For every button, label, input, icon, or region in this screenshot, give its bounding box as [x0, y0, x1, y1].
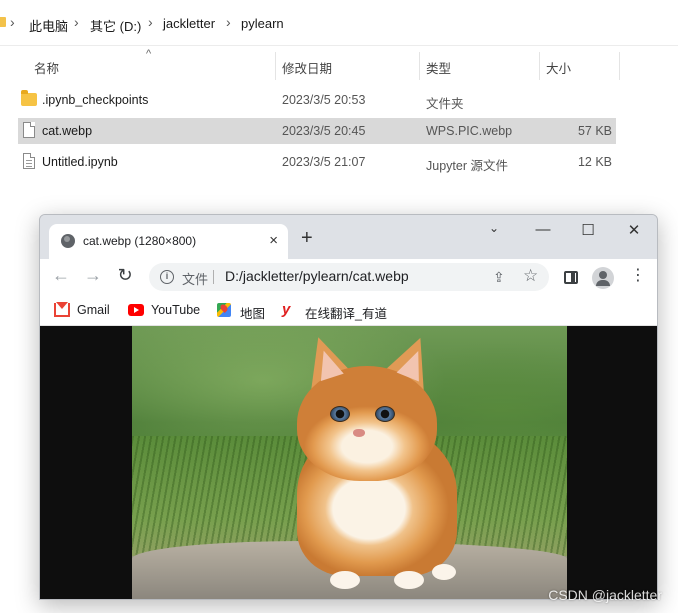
chevron-right-icon: ›	[10, 14, 15, 30]
chevron-right-icon: ›	[74, 14, 79, 30]
forward-button[interactable]: →	[82, 266, 104, 284]
kitten-paw	[432, 564, 456, 580]
file-name: Untitled.ipynb	[42, 155, 118, 169]
file-type: WPS.PIC.webp	[426, 124, 513, 138]
kitten-eye	[330, 406, 350, 422]
file-date: 2023/3/5 20:45	[282, 124, 366, 138]
maximize-button[interactable]: ☐	[573, 221, 603, 239]
close-tab-icon[interactable]: ×	[269, 232, 278, 249]
file-row[interactable]: .ipynb_checkpoints 2023/3/5 20:53 文件夹	[18, 87, 616, 113]
browser-toolbar: ← → ↻ i 文件 D:/jackletter/pylearn/cat.web…	[40, 259, 657, 295]
breadcrumb: › 此电脑 › 其它 (D:) › jackletter › pylearn	[0, 0, 678, 46]
kitten-nose	[353, 429, 365, 437]
gmail-icon	[54, 302, 70, 317]
tab-cat-webp[interactable]: cat.webp (1280×800) ×	[49, 224, 288, 259]
address-divider	[213, 270, 214, 284]
file-name: .ipynb_checkpoints	[42, 93, 149, 107]
folder-icon	[21, 90, 37, 106]
kitten-eye	[375, 406, 395, 422]
info-icon[interactable]: i	[160, 270, 174, 284]
address-scheme-label: 文件	[182, 272, 209, 287]
new-tab-button[interactable]: +	[301, 228, 313, 248]
file-row[interactable]: Untitled.ipynb 2023/3/5 21:07 Jupyter 源文…	[18, 149, 616, 175]
tab-search-icon[interactable]: ⌄	[489, 221, 499, 235]
kitten-paw	[394, 571, 424, 589]
bookmark-label: Gmail	[77, 303, 110, 317]
bookmark-label: 地图	[240, 307, 266, 321]
address-url[interactable]: D:/jackletter/pylearn/cat.webp	[225, 268, 409, 284]
chevron-right-icon: ›	[148, 14, 153, 30]
breadcrumb-jackletter[interactable]: jackletter	[163, 16, 215, 31]
column-date[interactable]: 修改日期	[282, 58, 332, 77]
breadcrumb-this-pc[interactable]: 此电脑	[29, 16, 68, 35]
file-date: 2023/3/5 20:53	[282, 93, 366, 107]
image-viewer	[40, 326, 657, 599]
column-header: ^ 名称 修改日期 类型 大小	[0, 48, 678, 80]
reload-button[interactable]: ↻	[114, 266, 136, 284]
cat-image	[132, 326, 567, 599]
file-type: Jupyter 源文件	[426, 159, 508, 173]
column-divider[interactable]	[275, 52, 276, 80]
sort-up-icon: ^	[146, 48, 152, 60]
file-size: 57 KB	[577, 124, 612, 138]
file-name: cat.webp	[42, 124, 93, 138]
file-type: 文件夹	[426, 97, 464, 111]
breadcrumb-pylearn[interactable]: pylearn	[241, 16, 284, 31]
document-icon	[23, 122, 35, 138]
watermark: CSDN @jackletter	[548, 587, 662, 603]
youdao-icon: y	[282, 301, 291, 318]
back-button[interactable]: ←	[50, 266, 72, 284]
tab-title: cat.webp (1280×800)	[83, 234, 197, 248]
chevron-right-icon: ›	[226, 14, 231, 30]
column-name[interactable]: 名称	[34, 58, 59, 77]
address-bar[interactable]: i 文件 D:/jackletter/pylearn/cat.webp ⇪ ☆	[149, 263, 549, 291]
menu-kebab-icon[interactable]: ⋮	[630, 268, 646, 284]
file-date: 2023/3/5 21:07	[282, 155, 366, 169]
folder-icon	[0, 17, 6, 27]
share-icon[interactable]: ⇪	[493, 269, 505, 286]
close-window-button[interactable]: ✕	[619, 221, 649, 239]
bookmark-star-icon[interactable]: ☆	[523, 266, 538, 286]
side-panel-icon[interactable]	[564, 271, 578, 284]
bookmark-label: YouTube	[151, 303, 201, 317]
column-divider[interactable]	[419, 52, 420, 80]
column-divider[interactable]	[619, 52, 620, 80]
tab-strip: cat.webp (1280×800) × + ⌄ — ☐ ✕	[40, 215, 657, 259]
column-size[interactable]: 大小	[546, 58, 571, 77]
column-divider[interactable]	[539, 52, 540, 80]
column-type[interactable]: 类型	[426, 58, 451, 77]
globe-icon	[61, 234, 75, 248]
kitten-head	[297, 366, 437, 481]
bookmark-label: 在线翻译_有道	[305, 307, 387, 321]
maps-icon	[217, 303, 231, 317]
browser-window: cat.webp (1280×800) × + ⌄ — ☐ ✕ ← → ↻ i …	[39, 214, 658, 600]
bookmarks-bar: Gmail YouTube 地图 y 在线翻译_有道	[40, 295, 657, 326]
youtube-icon	[128, 304, 144, 316]
file-row-selected[interactable]: cat.webp 2023/3/5 20:45 WPS.PIC.webp 57 …	[18, 118, 616, 144]
file-size: 12 KB	[577, 155, 612, 169]
kitten-paw	[330, 571, 360, 589]
profile-avatar-icon[interactable]	[592, 267, 614, 289]
document-icon	[23, 153, 35, 169]
breadcrumb-drive-d[interactable]: 其它 (D:)	[90, 16, 141, 35]
minimize-button[interactable]: —	[528, 221, 558, 238]
